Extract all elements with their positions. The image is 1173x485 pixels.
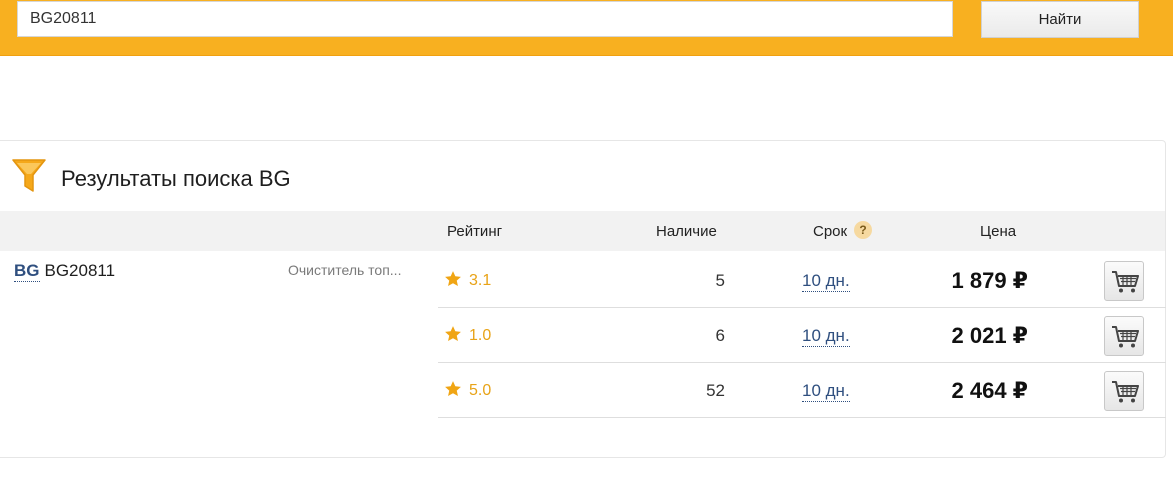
rating-value: 1.0 bbox=[469, 327, 492, 344]
funnel-icon bbox=[12, 159, 46, 192]
cart-icon bbox=[1112, 381, 1139, 403]
column-header-term: Срок bbox=[813, 223, 848, 240]
cart-icon bbox=[1112, 271, 1139, 293]
price-value: 2 464 ₽ bbox=[951, 378, 1028, 403]
add-to-cart-button[interactable] bbox=[1104, 316, 1144, 356]
product-name: BG BG20811 bbox=[14, 261, 116, 282]
stock-value: 5 bbox=[715, 271, 725, 290]
delivery-term-link[interactable]: 10 дн. bbox=[802, 381, 850, 402]
brand-link[interactable]: BG bbox=[14, 261, 40, 282]
add-to-cart-button[interactable] bbox=[1104, 371, 1144, 411]
results-table-header: Рейтинг Наличие Срок ? Цена bbox=[0, 211, 1165, 251]
results-title: Результаты поиска BG bbox=[61, 166, 291, 191]
star-icon bbox=[445, 326, 461, 342]
price-value: 2 021 ₽ bbox=[951, 323, 1028, 348]
table-row: 5.0 52 10 дн. 2 464 ₽ bbox=[438, 363, 1166, 418]
search-button[interactable]: Найти bbox=[981, 1, 1139, 38]
rating-value: 3.1 bbox=[469, 272, 492, 289]
search-bar: Найти bbox=[0, 0, 1173, 56]
star-icon bbox=[445, 381, 461, 397]
product-description: Очиститель топ... bbox=[288, 262, 402, 278]
delivery-term-link[interactable]: 10 дн. bbox=[802, 271, 850, 292]
stock-value: 6 bbox=[715, 326, 725, 345]
help-icon[interactable]: ? bbox=[854, 221, 872, 239]
column-header-stock: Наличие bbox=[656, 223, 717, 240]
search-input[interactable] bbox=[17, 1, 953, 37]
table-row: 1.0 6 10 дн. 2 021 ₽ bbox=[438, 308, 1166, 363]
delivery-term-link[interactable]: 10 дн. bbox=[802, 326, 850, 347]
stock-value: 52 bbox=[706, 381, 725, 400]
cart-icon bbox=[1112, 326, 1139, 348]
search-results-panel: Результаты поиска BG Рейтинг Наличие Сро… bbox=[0, 140, 1166, 458]
price-value: 1 879 ₽ bbox=[951, 268, 1028, 293]
column-header-rating: Рейтинг bbox=[447, 223, 503, 240]
rating-value: 5.0 bbox=[469, 382, 492, 399]
product-article: BG20811 bbox=[44, 261, 116, 280]
column-header-price: Цена bbox=[980, 223, 1017, 240]
results-header: Результаты поиска BG bbox=[0, 141, 1165, 211]
add-to-cart-button[interactable] bbox=[1104, 261, 1144, 301]
table-row: 3.1 5 10 дн. 1 879 ₽ bbox=[438, 253, 1166, 308]
star-icon bbox=[445, 271, 461, 287]
